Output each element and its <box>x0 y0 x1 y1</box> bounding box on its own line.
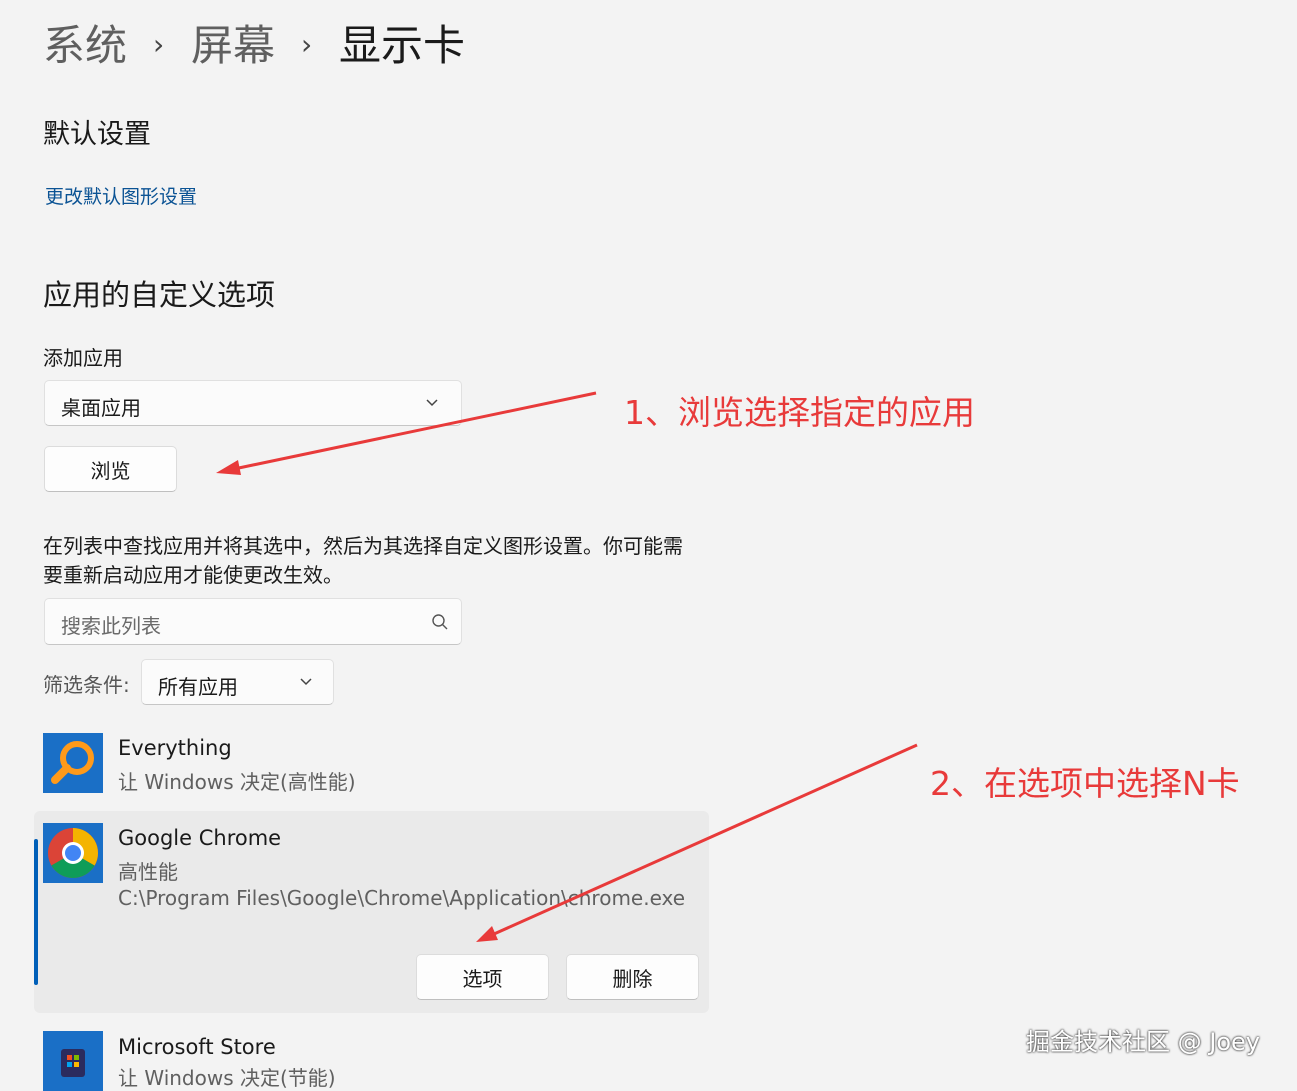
watermark: 掘金技术社区 @ Joey <box>1026 1028 1260 1056</box>
annotation-step-2: 2、在选项中选择N卡 <box>930 764 1240 803</box>
annotation-arrow-2 <box>476 743 918 942</box>
annotation-arrow-1 <box>216 391 597 475</box>
annotation-arrows <box>216 391 918 942</box>
annotation-step-1: 1、浏览选择指定的应用 <box>624 393 975 432</box>
